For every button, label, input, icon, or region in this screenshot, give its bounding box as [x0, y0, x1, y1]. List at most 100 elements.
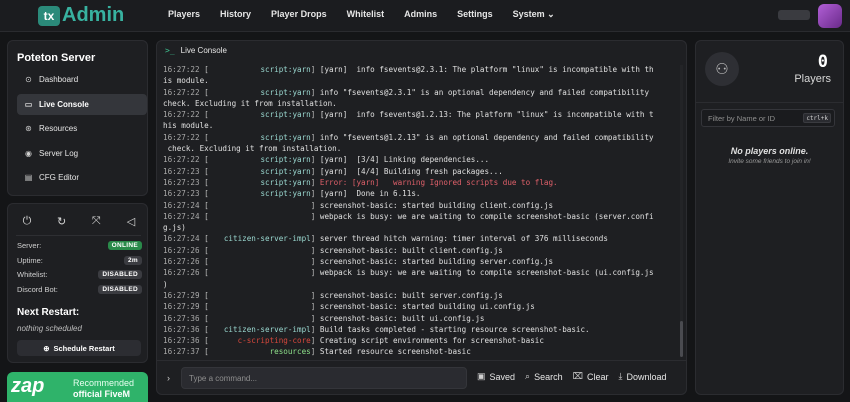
bracket: ]	[310, 87, 320, 97]
console-line: check. Excluding it from installation.	[163, 143, 677, 154]
clear-button[interactable]: ⌧ Clear	[573, 371, 609, 382]
bracket: ]	[310, 324, 320, 334]
top-navbar: tx Admin Players History Player Drops White…	[0, 0, 850, 32]
bracket: [	[199, 257, 209, 267]
console-timestamp: 16:27:23	[163, 189, 200, 199]
sidebar-item-cfg-editor[interactable]: ▤ CFG Editor	[17, 167, 147, 188]
sidebar-item-server-log[interactable]: ◉ Server Log	[17, 143, 147, 164]
console-scrollbar-track[interactable]	[680, 65, 683, 355]
console-source: script:yarn	[260, 87, 311, 97]
console-line: 16:27:36 [citizen-server-impl] Build tas…	[163, 324, 677, 335]
status-label: Discord Bot:	[17, 285, 58, 294]
command-input[interactable]	[181, 367, 467, 389]
console-line: 16:27:22 [script:yarn] [yarn] info fseve…	[163, 64, 677, 75]
console-source: script:yarn	[260, 65, 311, 74]
user-area	[770, 0, 850, 32]
console-scrollbar-thumb[interactable]	[680, 321, 683, 357]
bracket: ]	[310, 234, 320, 244]
console-message: Build tasks completed - starting resourc…	[319, 324, 590, 334]
nav-item-whitelist[interactable]: Whitelist	[337, 9, 395, 20]
console-header: >_ Live Console	[165, 46, 227, 55]
sidebar-item-label: Resources	[39, 124, 78, 133]
status-label: Uptime:	[17, 256, 43, 265]
console-timestamp: 16:27:23	[163, 177, 200, 187]
brand-logo[interactable]: tx Admin	[38, 4, 124, 27]
restart-icon[interactable]: ↻	[55, 214, 69, 228]
status-row-whitelist: Whitelist: DISABLED	[17, 270, 142, 279]
bracket: [	[199, 313, 209, 323]
console-source: citizen-server-impl	[223, 324, 311, 334]
console-message: webpack is busy: we are waiting to compi…	[319, 268, 654, 278]
sidebar-item-live-console[interactable]: ▭ Live Console	[17, 93, 147, 115]
nav-item-settings[interactable]: Settings	[447, 9, 503, 20]
console-footer: › ▣Saved ⌕Search ⌧ Clear ⤓Download	[157, 360, 686, 394]
bracket: ]	[310, 200, 320, 210]
resources-icon: ⊛	[25, 124, 32, 133]
console-timestamp: 16:27:22	[163, 155, 200, 165]
console-line: 16:27:26 [] screenshot-basic: built clie…	[163, 245, 677, 256]
console-timestamp: 16:27:26	[163, 245, 200, 255]
console-message: [yarn] [4/4] Building fresh packages...	[319, 166, 503, 176]
console-message: screenshot-basic: built ui.config.js	[319, 313, 485, 323]
status-label: Whitelist:	[17, 270, 48, 279]
console-line: 16:27:29 [] screenshot-basic: built serv…	[163, 290, 677, 301]
console-timestamp: 16:27:36	[163, 336, 200, 346]
console-timestamp: 16:27:24	[163, 234, 200, 244]
console-message: is module.	[163, 76, 209, 86]
terminal-icon: >_	[165, 46, 175, 55]
next-restart-value: nothing scheduled	[17, 324, 82, 333]
users-icon: ⚇	[705, 52, 739, 86]
nav-item-history[interactable]: History	[210, 9, 261, 20]
console-line: 16:27:22 [script:yarn] [yarn] info fseve…	[163, 109, 677, 120]
saved-button[interactable]: ▣ Saved	[477, 371, 515, 382]
avatar[interactable]	[818, 4, 842, 28]
console-timestamp: 16:27:22	[163, 110, 200, 120]
console-output[interactable]: 16:27:22 [script:yarn] [yarn] info fseve…	[163, 63, 677, 360]
nav-item-player-drops[interactable]: Player Drops	[261, 9, 337, 20]
scan-icon[interactable]: ⤧	[89, 214, 103, 228]
bracket: [	[199, 245, 209, 255]
nav-item-admins[interactable]: Admins	[394, 9, 447, 20]
console-message: [yarn] [3/4] Linking dependencies...	[319, 155, 490, 165]
search-icon: ⌕	[525, 371, 531, 381]
console-source: script:yarn	[260, 166, 311, 176]
console-line: 16:27:37 [resources] Started resource sc…	[163, 346, 677, 357]
server-name: Poteton Server	[17, 52, 96, 64]
console-line: 16:27:23 [script:yarn] Error: [yarn] war…	[163, 177, 677, 188]
divider	[16, 235, 141, 236]
shortcut-hint: ctrl+k	[803, 113, 831, 123]
console-source: c-scripting-core	[237, 336, 311, 346]
sidebar-item-resources[interactable]: ⊛ Resources	[17, 118, 147, 139]
console-title: Live Console	[180, 46, 227, 55]
search-button[interactable]: ⌕ Search	[525, 371, 563, 382]
power-off-icon[interactable]: ⏻	[20, 214, 34, 228]
bracket: [	[199, 336, 209, 346]
bracket: ]	[310, 290, 320, 300]
console-line: 16:27:22 [script:yarn] info "fsevents@1.…	[163, 132, 677, 143]
sidebar-item-dashboard[interactable]: ⊙ Dashboard	[17, 69, 147, 90]
console-line: 16:27:22 [script:yarn] [yarn] [3/4] Link…	[163, 154, 677, 165]
bracket: [	[199, 155, 209, 165]
download-button[interactable]: ⤓ Download	[619, 371, 667, 382]
bracket: ]	[310, 110, 320, 120]
bracket: [	[199, 166, 209, 176]
player-filter-input[interactable]: Filter by Name or ID ctrl+k	[701, 109, 835, 127]
megaphone-icon[interactable]: ◁	[124, 214, 138, 228]
bracket: ]	[310, 65, 320, 74]
console-line: 16:27:23 [script:yarn] [yarn] Done in 6.…	[163, 188, 677, 199]
bracket: ]	[310, 189, 320, 199]
bracket: [	[199, 347, 209, 357]
zap-hosting-ad[interactable]: zap Recommended official FiveM	[7, 372, 148, 402]
console-line: 16:27:23 [script:yarn] [yarn] [4/4] Buil…	[163, 166, 677, 177]
console-actions: ▣ Saved ⌕ Search ⌧ Clear ⤓ Download	[477, 371, 667, 382]
server-status-panel: ⏻ ↻ ⤧ ◁ Server: ONLINE Uptime: 2m Whitelist: DIS…	[7, 203, 148, 363]
status-row-server: Server: ONLINE	[17, 241, 142, 250]
server-controls: ⏻ ↻ ⤧ ◁	[20, 214, 138, 228]
bracket: [	[199, 290, 209, 300]
schedule-restart-button[interactable]: ⊕ Schedule Restart	[17, 340, 141, 356]
bracket: ]	[310, 166, 320, 176]
console-timestamp: 16:27:24	[163, 200, 200, 210]
nav-item-system[interactable]: System ⌄	[503, 9, 565, 20]
no-players-title: No players online.	[730, 146, 809, 156]
nav-item-players[interactable]: Players	[158, 9, 210, 20]
